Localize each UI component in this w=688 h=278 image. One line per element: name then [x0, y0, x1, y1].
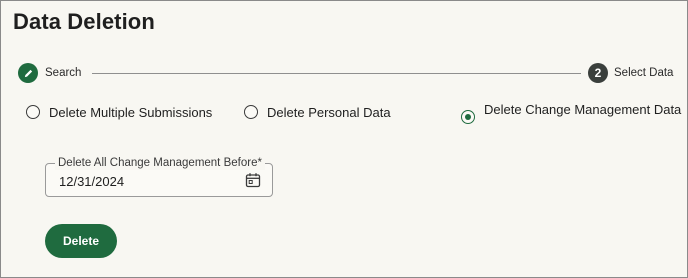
pencil-icon — [24, 69, 32, 77]
radio-delete-multiple-submissions[interactable]: Delete Multiple Submissions — [26, 105, 212, 121]
step-select-data-label: Select Data — [614, 67, 674, 79]
radio-label: Delete Multiple Submissions — [49, 105, 213, 120]
date-field-label: Delete All Change Management Before* — [55, 157, 265, 170]
calendar-icon[interactable] — [245, 172, 261, 188]
delete-button[interactable]: Delete — [45, 224, 117, 258]
step-search-pencil-icon[interactable] — [18, 63, 38, 83]
radio-label: Delete Change Management Data — [484, 102, 682, 117]
page-title: Data Deletion — [13, 9, 155, 34]
radio-delete-change-management-data[interactable]: Delete Change Management Data — [461, 102, 688, 124]
radio-button-selected[interactable] — [461, 110, 475, 124]
delete-before-date-field[interactable]: Delete All Change Management Before* 12/… — [45, 157, 273, 197]
date-field-value[interactable]: 12/31/2024 — [59, 174, 124, 189]
step-search-label[interactable]: Search — [45, 67, 81, 79]
step-select-data-number: 2 — [588, 63, 608, 83]
radio-button[interactable] — [244, 105, 258, 119]
radio-delete-personal-data[interactable]: Delete Personal Data — [244, 105, 391, 121]
stepper-connector — [92, 73, 581, 74]
radio-button[interactable] — [26, 105, 40, 119]
data-deletion-panel: Data Deletion Search 2 Select Data Delet… — [0, 0, 688, 278]
radio-label: Delete Personal Data — [267, 105, 391, 120]
